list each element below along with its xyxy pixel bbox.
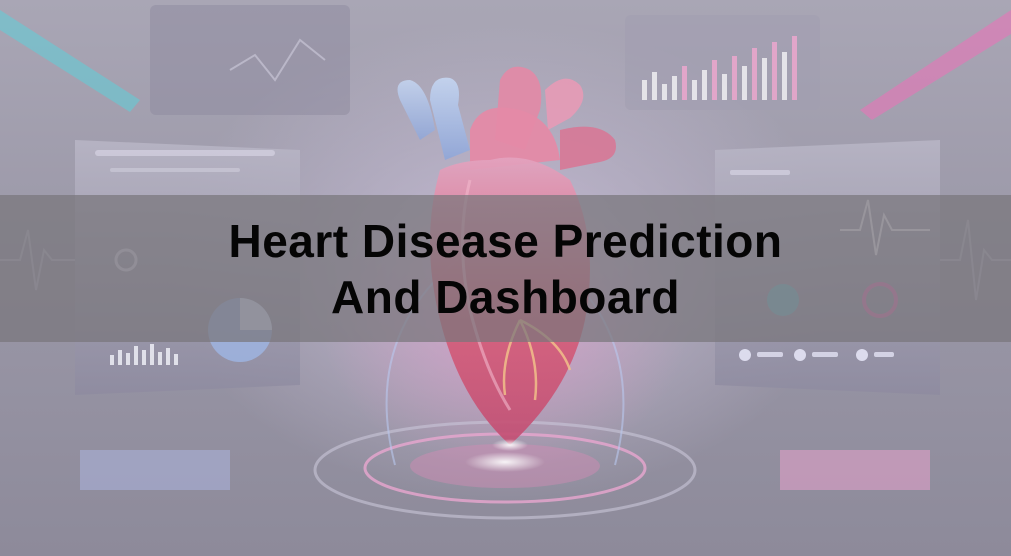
title-banner: Heart Disease Prediction And Dashboard	[0, 195, 1011, 342]
neon-beam-left	[0, 10, 140, 112]
hero-banner-image: Heart Disease Prediction And Dashboard	[0, 0, 1011, 556]
bar-chart-panel	[625, 15, 820, 110]
dashboard-panel-top-left	[150, 5, 350, 115]
page-title-line-2: And Dashboard	[331, 270, 680, 323]
page-title-line-1: Heart Disease Prediction	[228, 214, 783, 267]
neon-beam-right	[860, 10, 1011, 120]
